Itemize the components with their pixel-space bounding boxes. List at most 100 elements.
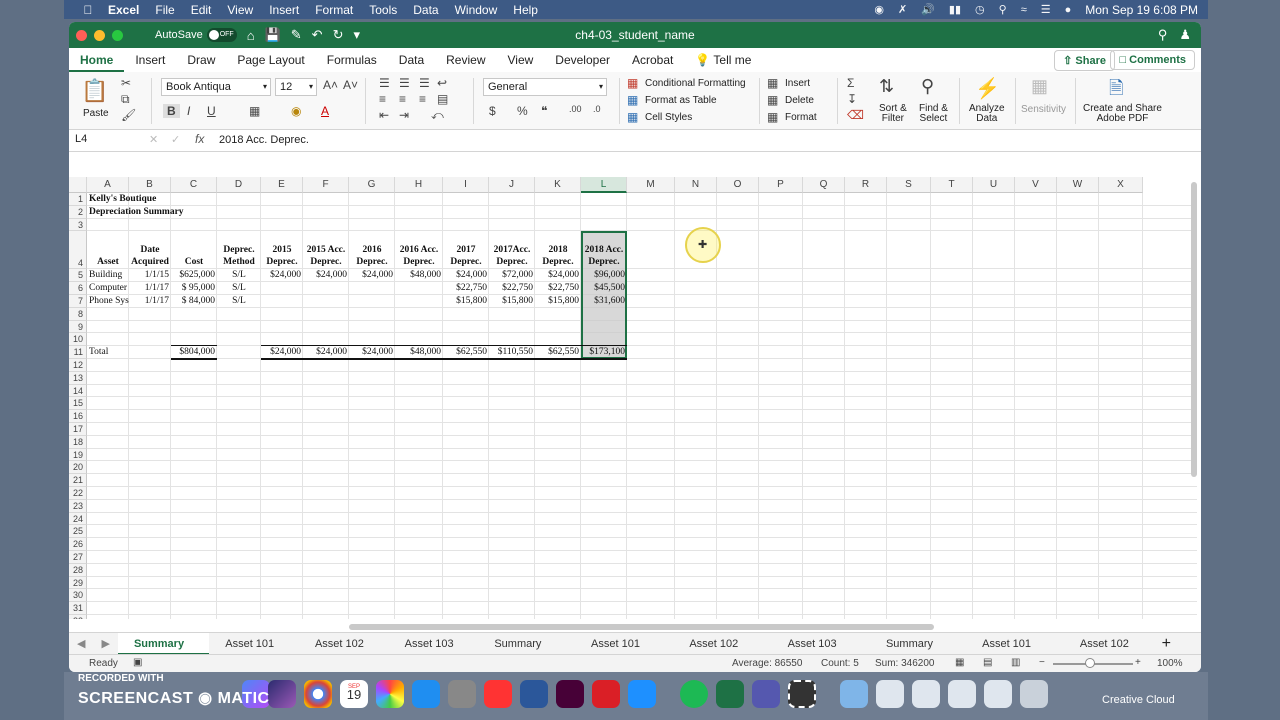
- macro-record-icon[interactable]: ▣: [133, 657, 142, 668]
- header-cell[interactable]: 2016 Deprec.: [349, 244, 395, 270]
- sheet-tab[interactable]: Asset 101 SL: [209, 633, 299, 672]
- sheet-tab[interactable]: Asset 101 DDB: [575, 633, 673, 672]
- analyze-data-button[interactable]: Analyze Data: [969, 104, 1005, 124]
- page-layout-view-icon[interactable]: ▤: [983, 657, 992, 668]
- page-break-view-icon[interactable]: ▥: [1011, 657, 1020, 668]
- sheet-tab[interactable]: Summary SL: [117, 632, 210, 672]
- column-header[interactable]: F: [303, 177, 349, 193]
- data-cell[interactable]: $96,000: [581, 269, 627, 282]
- close-icon[interactable]: [76, 29, 87, 41]
- data-cell[interactable]: [303, 295, 349, 308]
- document-thumb-icon[interactable]: [912, 680, 940, 708]
- document-thumb-icon[interactable]: [984, 680, 1012, 708]
- total-cell[interactable]: [217, 346, 261, 359]
- data-cell[interactable]: $24,000: [303, 269, 349, 282]
- total-cell[interactable]: $24,000: [349, 346, 395, 359]
- header-cell[interactable]: 2015 Acc. Deprec.: [303, 244, 349, 270]
- undo-icon[interactable]: ↶: [312, 27, 323, 43]
- row-header[interactable]: 25: [69, 525, 87, 539]
- clipboard-icon[interactable]: 📋: [81, 78, 108, 104]
- sheet-tab[interactable]: Summary SYD: [870, 633, 966, 672]
- column-header[interactable]: U: [973, 177, 1015, 193]
- row-header[interactable]: 16: [69, 410, 87, 423]
- row-header[interactable]: 27: [69, 551, 87, 564]
- data-cell[interactable]: $24,000: [349, 269, 395, 282]
- tab-data[interactable]: Data: [388, 48, 435, 72]
- find-select-icon[interactable]: ⚲: [921, 76, 934, 97]
- total-cell[interactable]: [129, 346, 171, 359]
- screenshot-icon[interactable]: [788, 680, 816, 708]
- menu-help[interactable]: Help: [513, 3, 538, 17]
- row-header[interactable]: 6: [69, 282, 87, 295]
- column-header[interactable]: J: [489, 177, 535, 193]
- calendar-icon[interactable]: SEP 19: [340, 680, 368, 708]
- format-cells-icon[interactable]: ▦: [767, 110, 778, 124]
- decrease-decimal-icon[interactable]: .0: [593, 104, 601, 114]
- column-header[interactable]: P: [759, 177, 803, 193]
- sort-filter-icon[interactable]: ⇅: [879, 76, 894, 97]
- data-cell[interactable]: [395, 282, 443, 295]
- create-share-pdf-button[interactable]: Create and Share Adobe PDF: [1083, 104, 1162, 124]
- data-cell[interactable]: [349, 295, 395, 308]
- dreamweaver-icon[interactable]: [556, 680, 584, 708]
- bold-icon[interactable]: B: [163, 104, 180, 118]
- cell-styles-icon[interactable]: ▦: [627, 110, 638, 124]
- search-icon[interactable]: ⚲: [1158, 27, 1168, 43]
- data-cell[interactable]: $48,000: [395, 269, 443, 282]
- total-cell[interactable]: $173,100: [581, 346, 627, 359]
- save-icon[interactable]: 💾: [265, 27, 281, 43]
- data-cell[interactable]: [303, 282, 349, 295]
- sheet-tab[interactable]: Asset 101 SYD: [966, 633, 1064, 672]
- tab-insert[interactable]: Insert: [124, 48, 176, 72]
- column-header[interactable]: L: [581, 177, 627, 193]
- total-cell[interactable]: $804,000: [171, 346, 217, 359]
- sheet-tab[interactable]: Asset 103 DDB: [772, 633, 870, 672]
- row-header[interactable]: 23: [69, 499, 87, 513]
- format-as-table-button[interactable]: Format as Table: [645, 95, 717, 106]
- tab-acrobat[interactable]: Acrobat: [621, 48, 684, 72]
- delete-cells-button[interactable]: Delete: [785, 95, 814, 106]
- sensitivity-button[interactable]: Sensitivity: [1021, 104, 1066, 115]
- tab-home[interactable]: Home: [69, 48, 125, 72]
- row-header[interactable]: 20: [69, 461, 87, 475]
- tab-page-layout[interactable]: Page Layout: [226, 48, 315, 72]
- photos-icon[interactable]: [376, 680, 404, 708]
- clock-icon[interactable]: ◷: [975, 3, 985, 16]
- chrome-icon[interactable]: [304, 680, 332, 708]
- fill-color-icon[interactable]: ◉: [291, 104, 301, 118]
- app-store-icon[interactable]: [412, 680, 440, 708]
- conditional-formatting-icon[interactable]: ▦: [627, 76, 638, 90]
- row-header[interactable]: 1: [69, 193, 87, 206]
- cell-styles-button[interactable]: Cell Styles: [645, 112, 692, 123]
- tab-tell-me[interactable]: 💡 Tell me: [684, 48, 762, 72]
- home-icon[interactable]: ⌂: [247, 28, 255, 43]
- decrease-font-icon[interactable]: A˅: [343, 78, 358, 92]
- tab-draw[interactable]: Draw: [176, 48, 226, 72]
- apple-icon[interactable]: : [76, 3, 100, 17]
- worksheet-grid[interactable]: A B C D E F G H I J K L M N O P Q R S T U V W X 1 2 3 4 5 6 7 8 9 10 11 12 1…: [69, 177, 1201, 619]
- data-cell[interactable]: $ 84,000: [171, 295, 217, 308]
- data-cell[interactable]: [261, 295, 303, 308]
- data-cell[interactable]: Phone System: [87, 295, 129, 308]
- analyze-data-icon[interactable]: ⚡: [975, 76, 1000, 101]
- adobe-pdf-icon[interactable]: 🗎: [1109, 76, 1123, 106]
- percent-icon[interactable]: %: [517, 104, 528, 118]
- sheet-tab[interactable]: Asset 102 DDB: [673, 633, 771, 672]
- tab-view[interactable]: View: [497, 48, 545, 72]
- total-cell[interactable]: $24,000: [261, 346, 303, 359]
- borders-icon[interactable]: ▦: [249, 104, 260, 118]
- header-cell[interactable]: 2016 Acc. Deprec.: [395, 244, 443, 270]
- header-cell[interactable]: 2015 Deprec.: [261, 244, 303, 270]
- column-header[interactable]: C: [171, 177, 217, 193]
- total-cell[interactable]: $48,000: [395, 346, 443, 359]
- cut-icon[interactable]: ✂: [121, 76, 131, 90]
- battery-icon[interactable]: ▮▮: [949, 3, 961, 16]
- menu-view[interactable]: View: [227, 3, 253, 17]
- row-header[interactable]: 5: [69, 269, 87, 283]
- increase-font-icon[interactable]: A˄: [323, 78, 338, 92]
- zoom-slider-thumb[interactable]: [1085, 658, 1095, 668]
- siri-icon[interactable]: ●: [1065, 4, 1072, 16]
- delete-cells-icon[interactable]: ▦: [767, 93, 778, 107]
- sheet-tab[interactable]: Asset 102 SYD: [1064, 633, 1162, 672]
- data-cell[interactable]: Computer System: [87, 282, 129, 295]
